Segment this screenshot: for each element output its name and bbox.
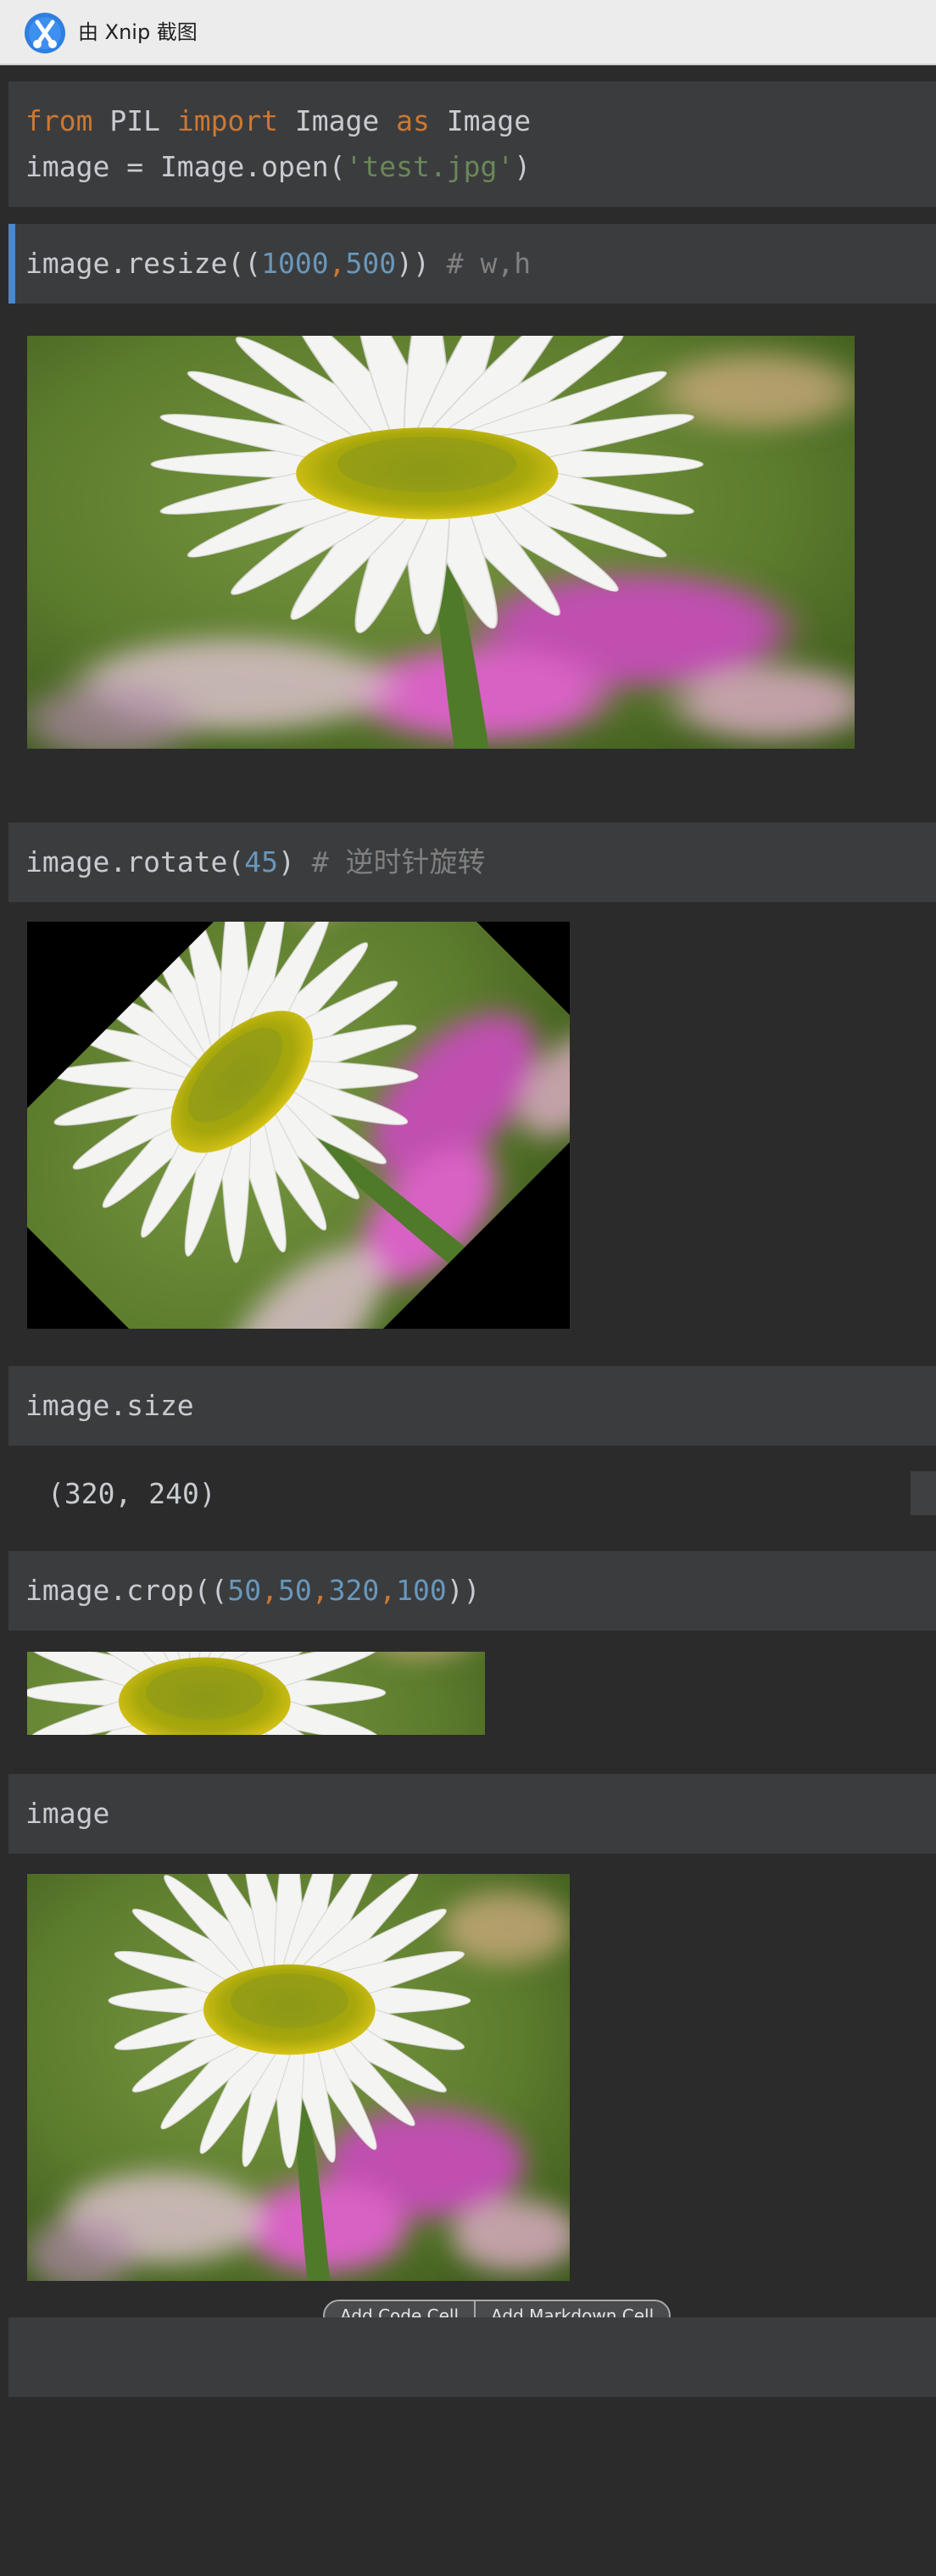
xnip-logo-icon: [25, 13, 65, 53]
code-cell-crop[interactable]: image.crop((50,50,320,100)): [8, 1551, 936, 1631]
output-image-original: [27, 1874, 570, 2281]
title-bar: 由 Xnip 截图: [0, 0, 936, 65]
window-title: 由 Xnip 截图: [78, 20, 198, 44]
code-cell-rotate[interactable]: image.rotate(45) # 逆时针旋转: [8, 822, 936, 902]
code-line-crop: image.crop((50,50,320,100)): [25, 1574, 481, 1607]
output-size-text: (320, 240): [47, 1477, 216, 1510]
code-cell-image[interactable]: image: [8, 1774, 936, 1854]
code-cell-resize[interactable]: image.resize((1000,500)) # w,h: [8, 224, 936, 304]
code-line-1: from PIL import Image as Image: [25, 104, 532, 137]
empty-code-cell[interactable]: [8, 2317, 936, 2397]
code-line-image: image: [25, 1797, 110, 1830]
output-scroll-marker[interactable]: [911, 1471, 936, 1515]
code-line-2: image = Image.open('test.jpg'): [25, 150, 532, 183]
output-image-cropped: [27, 1652, 485, 1735]
output-image-rotated: [27, 922, 570, 1329]
code-line-size: image.size: [25, 1389, 194, 1422]
code-line-resize: image.resize((1000,500)) # w,h: [25, 247, 532, 280]
code-cell-import[interactable]: from PIL import Image as Image image = I…: [8, 81, 936, 207]
code-line-rotate: image.rotate(45) # 逆时针旋转: [25, 845, 486, 878]
output-image-resized: [27, 336, 855, 749]
code-cell-size[interactable]: image.size: [8, 1366, 936, 1446]
